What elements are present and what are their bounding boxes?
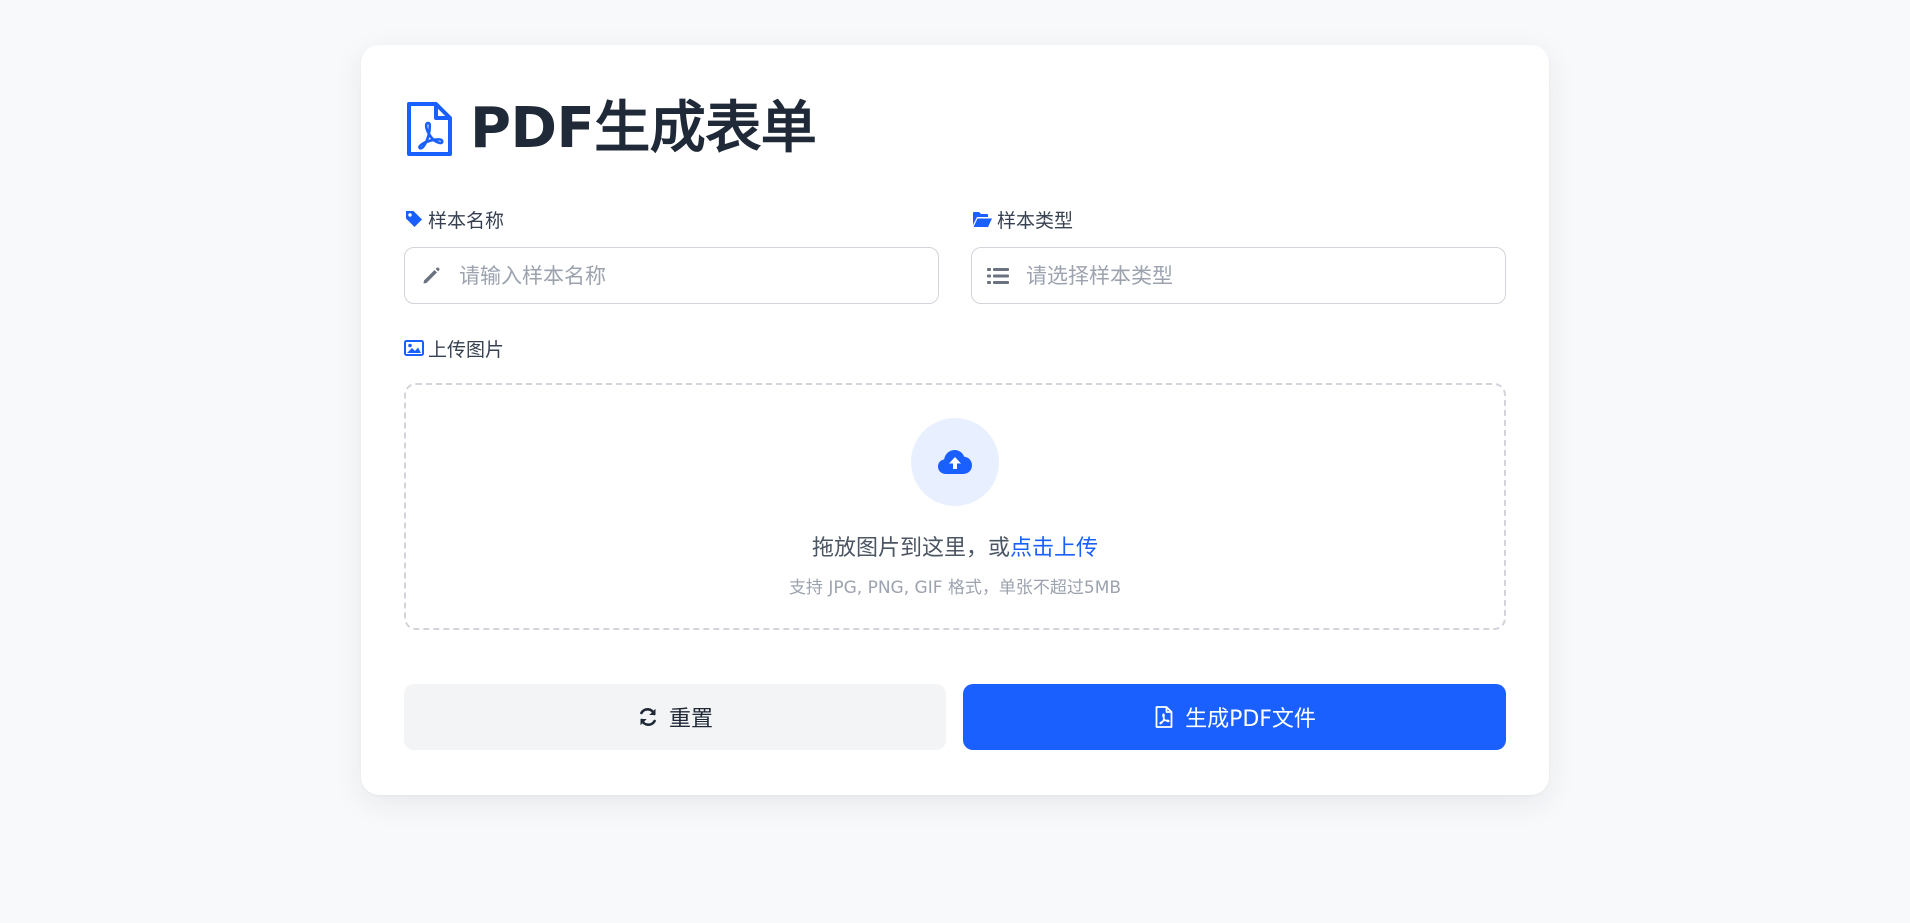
upload-label: 上传图片 [404, 334, 704, 362]
sample-name-input[interactable] [459, 248, 938, 303]
generate-pdf-button[interactable]: 生成PDF文件 [963, 684, 1506, 750]
sample-name-field: 样本名称 [404, 205, 939, 305]
cloud-upload-icon [938, 450, 972, 474]
upload-dropzone[interactable]: 拖放图片到这里，或点击上传 支持 JPG, PNG, GIF 格式，单张不超过5… [404, 383, 1506, 630]
upload-label-text: 上传图片 [428, 338, 505, 361]
tag-icon [404, 209, 424, 229]
page-title: PDF生成表单 [470, 96, 817, 161]
upload-hint: 支持 JPG, PNG, GIF 格式，单张不超过5MB [788, 578, 1122, 598]
sample-name-label-text: 样本名称 [428, 209, 505, 232]
sample-type-input[interactable] [1026, 248, 1505, 303]
click-upload-link[interactable]: 点击上传 [1010, 536, 1098, 561]
sample-type-select[interactable] [971, 247, 1506, 304]
file-pdf-outline-icon [1153, 706, 1175, 728]
reset-button-label: 重置 [668, 707, 713, 732]
reset-button[interactable]: 重置 [404, 684, 946, 750]
upload-prompt-text: 拖放图片到这里，或 [811, 536, 1010, 561]
list-icon [986, 264, 1010, 288]
generate-pdf-button-label: 生成PDF文件 [1185, 707, 1316, 732]
image-icon [404, 338, 424, 358]
sample-name-label: 样本名称 [404, 205, 939, 233]
upload-label-row: 上传图片 [404, 334, 704, 362]
sample-type-field: 样本类型 [971, 205, 1506, 305]
sync-icon [637, 706, 659, 728]
form-header: PDF生成表单 [404, 96, 817, 161]
upload-icon-circle [911, 418, 999, 506]
sample-type-label: 样本类型 [971, 205, 1506, 233]
form-card: PDF生成表单 样本名称 请输入样本名称 样本类型 请选择样本类型 上传图片 拖… [361, 45, 1549, 795]
sample-type-label-text: 样本类型 [997, 209, 1074, 232]
pencil-icon [419, 264, 443, 288]
folder-open-icon [971, 209, 993, 229]
file-pdf-icon [404, 100, 454, 158]
sample-name-input-wrap[interactable] [404, 247, 939, 304]
upload-prompt: 拖放图片到这里，或点击上传 [406, 530, 1504, 562]
